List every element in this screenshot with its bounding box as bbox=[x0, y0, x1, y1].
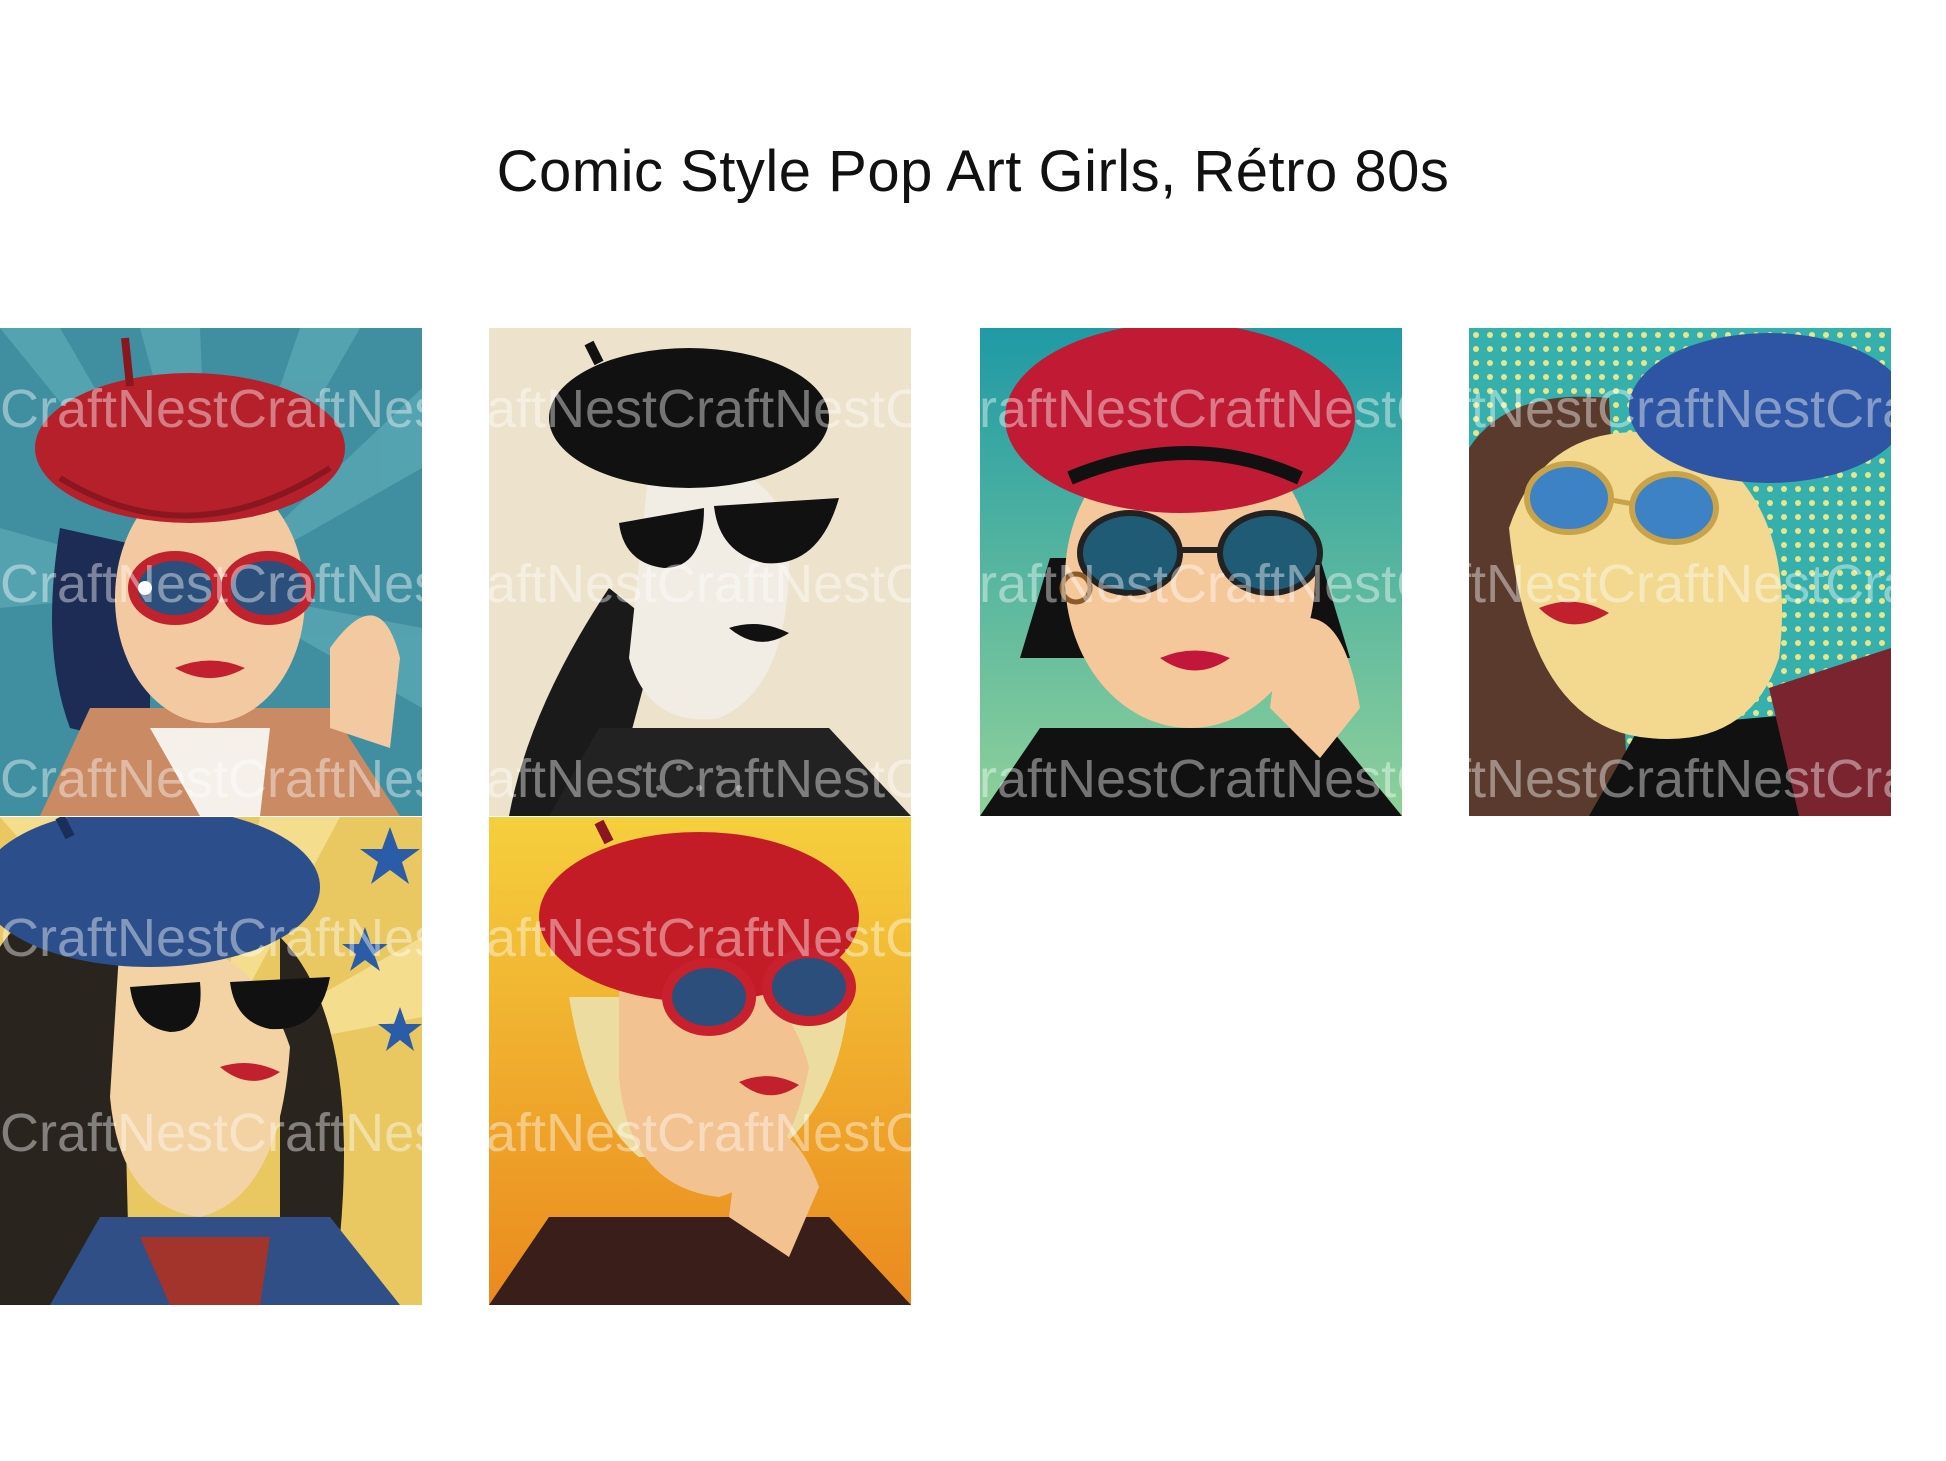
artwork-image bbox=[0, 817, 422, 1305]
artwork-image bbox=[0, 328, 422, 816]
artwork-red-beret-teal[interactable]: CraftNestCraftNest CraftNestCraftNest Cra… bbox=[980, 328, 1402, 816]
artwork-black-beret-monochrome[interactable]: CraftNestCraftNestCraftNestCraftNest Cra… bbox=[489, 328, 911, 816]
artwork-image bbox=[489, 817, 911, 1305]
artwork-image bbox=[1469, 328, 1891, 816]
artwork-blue-beret-stars[interactable]: CraftNestCraftNestCraftNestCraftNest Cra… bbox=[0, 817, 422, 1305]
artwork-red-beret-sunburst[interactable]: CraftNestCraftNest CraftNestCraftNest Cra… bbox=[0, 328, 422, 816]
artwork-image bbox=[980, 328, 1402, 816]
artwork-blue-beret-polka-dot[interactable]: CraftNestCraftNestCraftNestCraftNest Cra… bbox=[1469, 328, 1891, 816]
page-title: Comic Style Pop Art Girls, Rétro 80s bbox=[496, 139, 1450, 204]
artwork-red-beret-yellow[interactable]: CraftNestCraftNestCraftNestCraftNest Cra… bbox=[489, 817, 911, 1305]
artwork-image bbox=[489, 328, 911, 816]
